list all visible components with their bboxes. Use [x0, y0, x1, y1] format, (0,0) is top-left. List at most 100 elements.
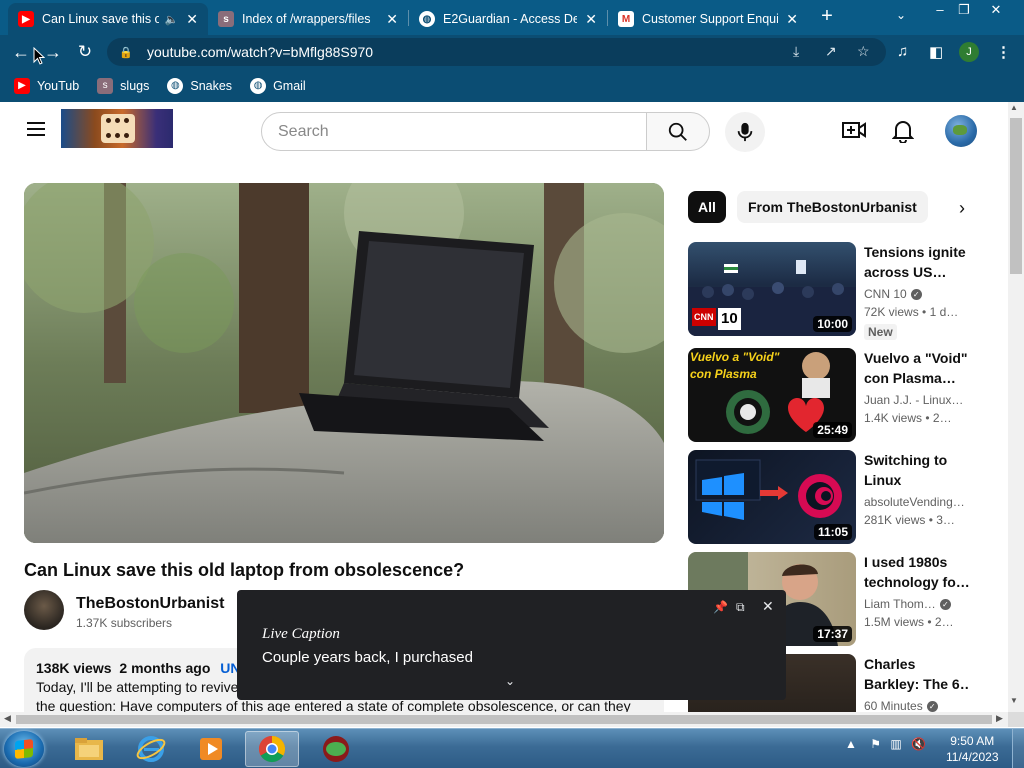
video-title[interactable]: Tensions ignite: [864, 242, 970, 262]
recommendation-item[interactable]: Vuelvo a "Void" con Plasma 25:49 Vuelvo …: [688, 348, 988, 442]
close-tab-icon[interactable]: ✕: [186, 11, 198, 28]
channel-name[interactable]: absoluteVending…: [864, 495, 965, 509]
video-meta: 1.4K views • 2…: [864, 411, 952, 425]
media-control-icon[interactable]: ♫: [897, 43, 908, 60]
scroll-up-arrow-icon[interactable]: ▲: [1010, 103, 1018, 112]
action-center-flag-icon[interactable]: ⚑: [870, 737, 881, 751]
taskbar-media-player[interactable]: [184, 731, 238, 767]
video-title[interactable]: Linux: [864, 470, 970, 490]
channel-name[interactable]: 60 Minutes ✓: [864, 699, 938, 712]
install-icon[interactable]: ⤓: [793, 43, 799, 60]
bookmark-youtube[interactable]: ▶ YouTub: [14, 77, 80, 94]
new-tab-button[interactable]: +: [816, 5, 838, 27]
channel-avatar[interactable]: [24, 590, 64, 630]
bookmark-label: YouTub: [37, 78, 80, 93]
video-duration: 10:00: [813, 316, 852, 332]
scroll-down-arrow-icon[interactable]: ▼: [1010, 696, 1018, 705]
search-input[interactable]: Search: [261, 112, 647, 151]
video-title[interactable]: Charles: [864, 654, 970, 674]
tab-index-wrappers[interactable]: s Index of /wrappers/files ✕: [208, 3, 408, 35]
recommendation-item[interactable]: CNN 10 10:00 Tensions ignite across US… …: [688, 242, 988, 340]
close-tab-icon[interactable]: ✕: [386, 11, 398, 28]
search-icon: [668, 122, 687, 141]
bookmark-gmail[interactable]: ◍ Gmail: [250, 77, 306, 94]
bookmark-slugs[interactable]: s slugs: [97, 77, 150, 94]
video-title[interactable]: Barkley: The 6…: [864, 674, 970, 694]
scroll-right-arrow-icon[interactable]: ▶: [996, 713, 1003, 724]
globe-icon: ◍: [419, 11, 435, 27]
restore-icon[interactable]: ❐: [952, 2, 976, 18]
recommendation-item[interactable]: 11:05 Switching to Linux absoluteVending…: [688, 450, 988, 544]
notifications-button[interactable]: [891, 119, 915, 148]
network-icon[interactable]: ▥: [890, 737, 901, 751]
horizontal-scroll-thumb[interactable]: [16, 715, 992, 724]
voice-search-button[interactable]: [725, 112, 765, 152]
channel-name[interactable]: Juan J.J. - Linux…: [864, 393, 963, 407]
show-desktop-button[interactable]: [1012, 729, 1024, 768]
share-icon[interactable]: ↗: [825, 43, 837, 60]
hamburger-menu-icon[interactable]: [27, 122, 45, 136]
taskbar-file-explorer[interactable]: [62, 731, 116, 767]
profile-avatar[interactable]: J: [959, 42, 979, 62]
bell-icon: [891, 121, 915, 144]
minimize-icon[interactable]: –: [928, 2, 952, 17]
expand-icon[interactable]: ⧉: [736, 600, 745, 615]
search-button[interactable]: [646, 112, 710, 151]
close-tab-icon[interactable]: ✕: [786, 11, 798, 28]
video-thumbnail[interactable]: 11:05: [688, 450, 856, 544]
create-video-button[interactable]: [842, 120, 866, 145]
system-clock[interactable]: 9:50 AM 11/4/2023: [946, 733, 999, 765]
close-caption-icon[interactable]: ✕: [762, 598, 774, 615]
app-icon: [323, 736, 349, 762]
mouse-cursor-icon: [33, 47, 45, 65]
tab-search-chevron-icon[interactable]: ⌄: [896, 8, 906, 22]
video-title[interactable]: con Plasma…: [864, 368, 970, 388]
video-thumbnail[interactable]: Vuelvo a "Void" con Plasma 25:49: [688, 348, 856, 442]
vertical-scroll-thumb[interactable]: [1010, 118, 1022, 274]
tab-e2guardian[interactable]: ◍ E2Guardian - Access Denied ✕: [409, 3, 607, 35]
channel-name[interactable]: TheBostonUrbanist: [76, 595, 224, 613]
channel-logo[interactable]: [61, 109, 173, 148]
view-count: 1.4K views: [864, 411, 923, 425]
show-hidden-icons-icon[interactable]: ▲: [845, 737, 857, 751]
chip-from-channel[interactable]: From TheBostonUrbanist: [737, 191, 928, 223]
subscriber-count: 1.37K subscribers: [76, 616, 173, 630]
chip-all[interactable]: All: [688, 191, 726, 223]
video-title[interactable]: technology fo…: [864, 572, 970, 592]
back-button[interactable]: ←: [8, 39, 34, 65]
video-title[interactable]: Switching to: [864, 450, 970, 470]
video-title[interactable]: Vuelvo a "Void": [864, 348, 970, 368]
scroll-left-arrow-icon[interactable]: ◀: [4, 713, 11, 724]
channel-name[interactable]: Liam Thom… ✓: [864, 597, 951, 611]
speaker-icon[interactable]: 🔈: [165, 13, 179, 26]
taskbar-internet-explorer[interactable]: [124, 731, 178, 767]
bookmark-star-icon[interactable]: ☆: [857, 43, 870, 60]
close-window-icon[interactable]: ✕: [984, 2, 1008, 18]
taskbar-app-green[interactable]: [309, 731, 363, 767]
taskbar-chrome[interactable]: [245, 731, 299, 767]
video-thumbnail[interactable]: CNN 10 10:00: [688, 242, 856, 336]
tab-customer-support[interactable]: M Customer Support Enquiry ✕: [608, 3, 808, 35]
video-title[interactable]: I used 1980s: [864, 552, 970, 572]
menu-kebab-icon[interactable]: ⋮: [996, 43, 1011, 61]
account-avatar[interactable]: [945, 115, 977, 147]
channel-name[interactable]: CNN 10 ✓: [864, 287, 922, 301]
video-player[interactable]: [24, 183, 664, 543]
chevron-down-icon[interactable]: ⌄: [505, 674, 515, 688]
reload-button[interactable]: ↻: [72, 39, 98, 65]
address-bar[interactable]: 🔒 youtube.com/watch?v=bMflg88S970 ⤓ ↗ ☆: [107, 38, 886, 66]
chevron-right-icon[interactable]: ›: [950, 196, 974, 220]
cnn-logo: CNN: [692, 308, 716, 326]
scrollbar-corner: [1008, 712, 1024, 727]
pin-icon[interactable]: 📌: [713, 600, 728, 614]
side-panel-icon[interactable]: ◧: [929, 43, 943, 61]
upload-age: 2…: [932, 411, 952, 425]
close-tab-icon[interactable]: ✕: [585, 11, 597, 28]
start-button[interactable]: [4, 731, 44, 767]
video-title[interactable]: across US…: [864, 262, 970, 282]
view-count: 281K views: [864, 513, 926, 527]
bookmark-label: slugs: [120, 78, 150, 93]
tab-youtube-video[interactable]: ▶ Can Linux save this old laptop from ob…: [8, 3, 208, 35]
volume-muted-icon[interactable]: 🔇: [911, 737, 926, 751]
bookmark-snakes[interactable]: ◍ Snakes: [167, 77, 232, 94]
